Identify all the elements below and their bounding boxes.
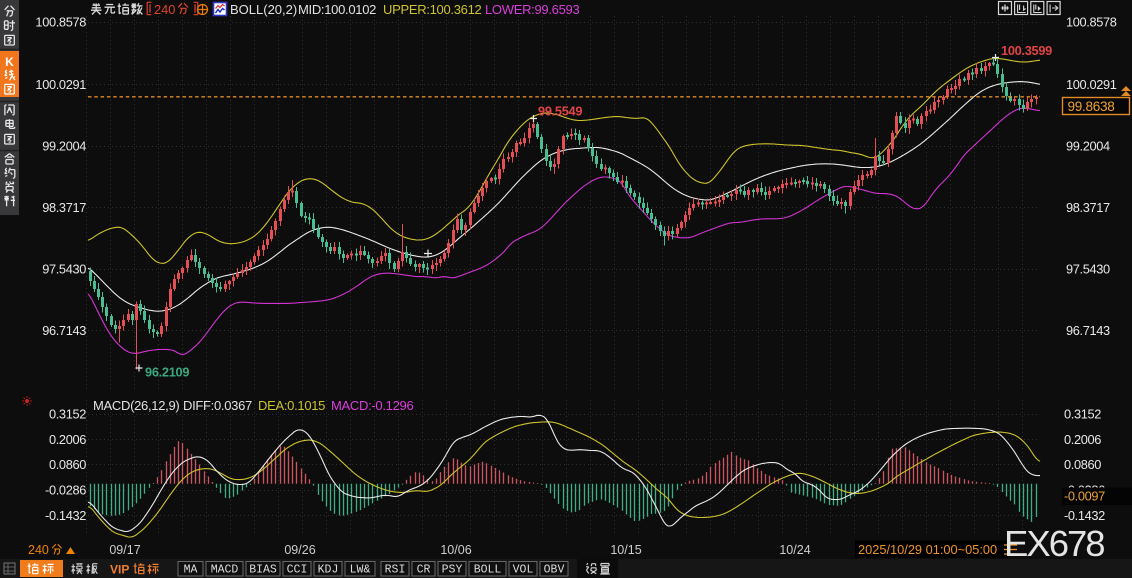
svg-text:240: 240 <box>28 543 49 557</box>
svg-text:09/17: 09/17 <box>109 543 140 557</box>
svg-text:-0.1432: -0.1432 <box>45 508 86 523</box>
svg-text:-0.0286: -0.0286 <box>45 483 86 498</box>
svg-text:EX678: EX678 <box>1004 523 1104 564</box>
svg-text:MACD:-0.1296: MACD:-0.1296 <box>331 398 413 413</box>
svg-text:PSY: PSY <box>442 564 463 577</box>
svg-text:DIFF:0.0367: DIFF:0.0367 <box>183 398 252 413</box>
svg-text:0.2006: 0.2006 <box>1064 432 1101 447</box>
svg-text:99.5549: 99.5549 <box>538 104 582 119</box>
svg-text:VOL: VOL <box>513 564 534 577</box>
svg-text:99.2004: 99.2004 <box>42 139 86 154</box>
svg-text:96.7143: 96.7143 <box>42 323 86 338</box>
svg-text:LW&: LW& <box>350 564 371 577</box>
svg-text:10/15: 10/15 <box>610 543 641 557</box>
svg-text:240: 240 <box>154 2 175 17</box>
svg-text:MACD: MACD <box>211 564 239 577</box>
svg-text:BOLL(20,2): BOLL(20,2) <box>230 2 297 17</box>
svg-text:BOLL: BOLL <box>474 564 502 577</box>
svg-text:100.0291: 100.0291 <box>35 77 86 92</box>
svg-text:0.0860: 0.0860 <box>1064 457 1101 472</box>
svg-text:RSI: RSI <box>385 564 406 577</box>
svg-text:0.3152: 0.3152 <box>1064 407 1101 422</box>
svg-text:2025/10/29 01:00~05:00: 2025/10/29 01:00~05:00 <box>858 542 997 557</box>
svg-text:98.3717: 98.3717 <box>1066 200 1110 215</box>
svg-text:100.3599: 100.3599 <box>1001 43 1052 58</box>
svg-text:KDJ: KDJ <box>318 564 339 577</box>
svg-text:09/26: 09/26 <box>284 543 315 557</box>
svg-text:10/24: 10/24 <box>779 543 810 557</box>
svg-text:MACD(26,12,9): MACD(26,12,9) <box>93 398 179 413</box>
svg-text:100.0291: 100.0291 <box>1066 77 1117 92</box>
svg-text:MID:100.0102: MID:100.0102 <box>298 2 376 17</box>
svg-text:LOWER:99.6593: LOWER:99.6593 <box>485 2 579 17</box>
svg-text:-0.1432: -0.1432 <box>1064 508 1105 523</box>
svg-text:97.5430: 97.5430 <box>42 262 86 277</box>
svg-text:CCI: CCI <box>287 564 308 577</box>
svg-text:0.3152: 0.3152 <box>49 407 86 422</box>
svg-text:97.5430: 97.5430 <box>1066 262 1110 277</box>
svg-text:UPPER:100.3612: UPPER:100.3612 <box>383 2 481 17</box>
svg-text:VIP: VIP <box>110 563 129 577</box>
svg-text:OBV: OBV <box>544 564 565 577</box>
svg-text:MA: MA <box>184 564 198 577</box>
svg-text:-0.0097: -0.0097 <box>1064 489 1105 504</box>
svg-text:CR: CR <box>417 564 431 577</box>
svg-text:99.8638: 99.8638 <box>1068 99 1115 114</box>
svg-text:BIAS: BIAS <box>249 564 277 577</box>
svg-text:96.7143: 96.7143 <box>1066 323 1110 338</box>
svg-text:99.2004: 99.2004 <box>1066 139 1110 154</box>
svg-text:98.3717: 98.3717 <box>42 200 86 215</box>
svg-text:100.8578: 100.8578 <box>1066 15 1117 30</box>
svg-text:100.8578: 100.8578 <box>35 15 86 30</box>
svg-text:0.2006: 0.2006 <box>49 432 86 447</box>
svg-text:10/06: 10/06 <box>440 543 471 557</box>
svg-text:96.2109: 96.2109 <box>145 365 189 380</box>
svg-text:DEA:0.1015: DEA:0.1015 <box>258 398 325 413</box>
svg-text:0.0860: 0.0860 <box>49 457 86 472</box>
svg-text:K: K <box>5 55 14 69</box>
